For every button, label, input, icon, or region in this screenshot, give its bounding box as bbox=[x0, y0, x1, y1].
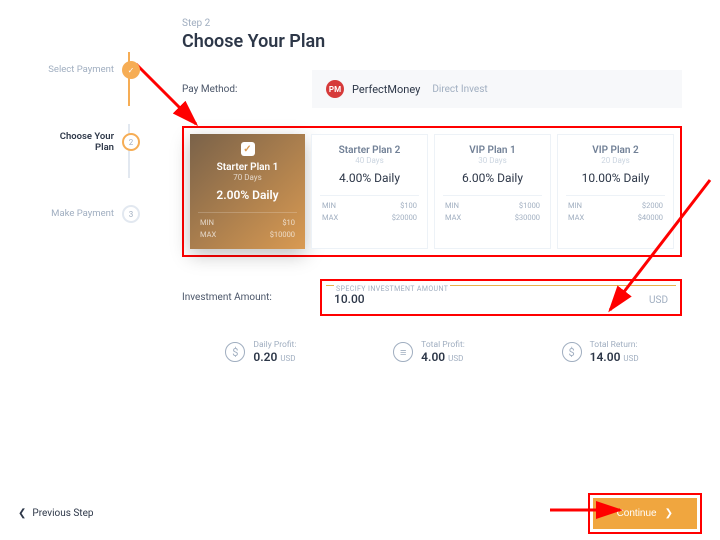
plan-max: MAX$30000 bbox=[443, 212, 542, 224]
coin-icon: $ bbox=[225, 342, 245, 362]
main-content: Step 2 Choose Your Plan Pay Method: PM P… bbox=[182, 18, 682, 364]
plan-max: MAX$40000 bbox=[566, 212, 665, 224]
plan-rate: 2.00% Daily bbox=[198, 188, 297, 202]
step-circle: 3 bbox=[122, 205, 140, 223]
step-caption: Step 2 bbox=[182, 18, 682, 29]
return-icon: $ bbox=[562, 342, 582, 362]
pay-method-label: Pay Method: bbox=[182, 84, 302, 95]
step-label: Select Payment bbox=[48, 64, 114, 75]
plan-min: MIN$2000 bbox=[566, 200, 665, 212]
perfectmoney-logo-icon: PM bbox=[326, 80, 344, 98]
step-circle-done: ✓ bbox=[122, 61, 140, 79]
pay-method-box: PM PerfectMoney Direct Invest bbox=[312, 70, 682, 108]
step-label: Choose Your Plan bbox=[40, 131, 114, 154]
wizard-footer: ❮ Previous Step Continue ❯ bbox=[0, 486, 720, 540]
plan-name: VIP Plan 1 bbox=[443, 145, 542, 156]
plan-name: Starter Plan 2 bbox=[320, 145, 419, 156]
step-circle-active: 2 bbox=[122, 133, 140, 151]
plan-days: 70 Days bbox=[198, 173, 297, 182]
plan-min: MIN$10 bbox=[198, 217, 297, 229]
plans-highlight-box: Starter Plan 1 70 Days 2.00% Daily MIN$1… bbox=[182, 126, 682, 257]
plan-name: VIP Plan 2 bbox=[566, 145, 665, 156]
plan-min: MIN$1000 bbox=[443, 200, 542, 212]
chevron-left-icon: ❮ bbox=[18, 508, 26, 519]
investment-amount-row: Investment Amount: SPECIFY INVESTMENT AM… bbox=[182, 279, 682, 316]
page-title: Choose Your Plan bbox=[182, 31, 682, 52]
pay-method-row: Pay Method: PM PerfectMoney Direct Inves… bbox=[182, 70, 682, 108]
stat-daily-profit: $ Daily Profit: 0.20 USD bbox=[225, 340, 296, 364]
amount-value: 10.00 bbox=[334, 292, 365, 306]
stat-value: 0.20 USD bbox=[253, 350, 296, 364]
plan-card-starter-2[interactable]: Starter Plan 2 40 Days 4.00% Daily MIN$1… bbox=[311, 134, 428, 249]
stat-label: Daily Profit: bbox=[253, 340, 296, 350]
pay-method-name: PerfectMoney bbox=[352, 83, 420, 96]
stat-label: Total Profit: bbox=[421, 340, 465, 350]
continue-button[interactable]: Continue ❯ bbox=[593, 498, 697, 529]
amount-label: Investment Amount: bbox=[182, 292, 312, 303]
plan-card-vip-1[interactable]: VIP Plan 1 30 Days 6.00% Daily MIN$1000 … bbox=[434, 134, 551, 249]
chevron-right-icon: ❯ bbox=[665, 508, 673, 519]
stat-value: 4.00 USD bbox=[421, 350, 465, 364]
plan-days: 40 Days bbox=[320, 156, 419, 165]
step-2: Choose Your Plan 2 bbox=[40, 106, 140, 178]
plan-days: 30 Days bbox=[443, 156, 542, 165]
pay-method-mode: Direct Invest bbox=[432, 84, 487, 95]
plan-rate: 10.00% Daily bbox=[566, 171, 665, 185]
coins-icon: ≡ bbox=[393, 342, 413, 362]
stat-value: 14.00 USD bbox=[590, 350, 639, 364]
plan-card-vip-2[interactable]: VIP Plan 2 20 Days 10.00% Daily MIN$2000… bbox=[557, 134, 674, 249]
plan-cards: Starter Plan 1 70 Days 2.00% Daily MIN$1… bbox=[190, 134, 674, 249]
plan-max: MAX$10000 bbox=[198, 229, 297, 241]
step-3: Make Payment 3 bbox=[40, 178, 140, 250]
wizard-stepper: Select Payment ✓ Choose Your Plan 2 Make… bbox=[40, 34, 140, 250]
continue-highlight-box: Continue ❯ bbox=[588, 493, 702, 534]
amount-currency: USD bbox=[649, 295, 668, 306]
step-label: Make Payment bbox=[51, 208, 114, 219]
stat-total-profit: ≡ Total Profit: 4.00 USD bbox=[393, 340, 465, 364]
plan-max: MAX$20000 bbox=[320, 212, 419, 224]
plan-rate: 4.00% Daily bbox=[320, 171, 419, 185]
plan-card-starter-1[interactable]: Starter Plan 1 70 Days 2.00% Daily MIN$1… bbox=[190, 134, 305, 249]
check-icon bbox=[241, 142, 255, 156]
amount-highlight-box: SPECIFY INVESTMENT AMOUNT 10.00 USD bbox=[320, 279, 682, 316]
plan-min: MIN$100 bbox=[320, 200, 419, 212]
plan-rate: 6.00% Daily bbox=[443, 171, 542, 185]
plan-name: Starter Plan 1 bbox=[198, 162, 297, 173]
previous-step-button[interactable]: ❮ Previous Step bbox=[18, 508, 94, 519]
plan-days: 20 Days bbox=[566, 156, 665, 165]
stat-label: Total Return: bbox=[590, 340, 639, 350]
step-1: Select Payment ✓ bbox=[40, 34, 140, 106]
stat-total-return: $ Total Return: 14.00 USD bbox=[562, 340, 639, 364]
amount-caption: SPECIFY INVESTMENT AMOUNT bbox=[334, 285, 450, 293]
profit-stats: $ Daily Profit: 0.20 USD ≡ Total Profit:… bbox=[182, 340, 682, 364]
